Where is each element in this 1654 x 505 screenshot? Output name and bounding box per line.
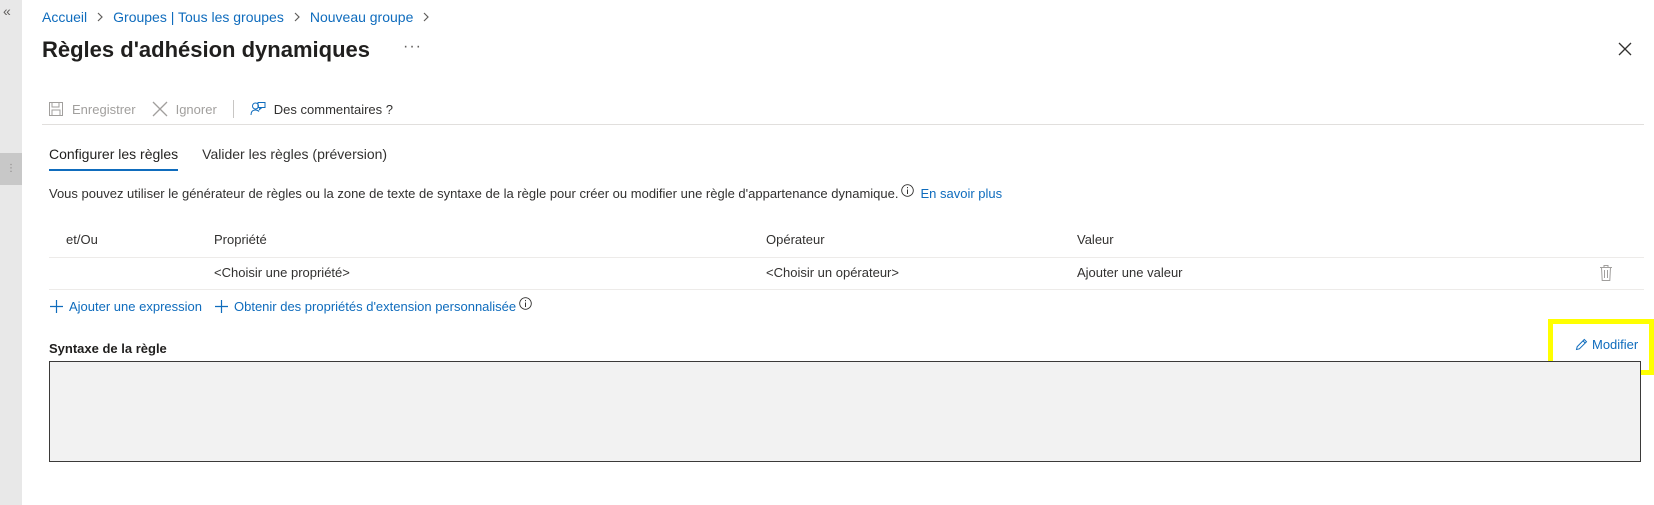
page-title: Règles d'adhésion dynamiques	[42, 37, 370, 62]
breadcrumb-item-groups[interactable]: Groupes | Tous les groupes	[113, 9, 284, 25]
grid-header-divider	[49, 257, 1644, 258]
ignore-button[interactable]: Ignorer	[152, 101, 217, 117]
column-header-andor: et/Ou	[66, 232, 98, 247]
edit-label: Modifier	[1592, 337, 1639, 352]
plus-icon	[214, 299, 229, 314]
tab-configure-rules[interactable]: Configurer les règles	[49, 146, 179, 171]
learn-more-link[interactable]: En savoir plus	[920, 186, 1002, 201]
edit-button[interactable]: Modifier	[1575, 337, 1638, 352]
value-input[interactable]: Ajouter une valeur	[1077, 265, 1183, 280]
tab-list: Configurer les règles Valider les règles…	[49, 146, 411, 171]
chevron-right-icon	[422, 12, 430, 22]
command-bar: Enregistrer Ignorer Des commentaires ?	[48, 98, 393, 120]
info-icon[interactable]	[519, 297, 532, 310]
info-icon[interactable]	[901, 184, 915, 197]
toolbar-divider	[232, 100, 234, 118]
description-text: Vous pouvez utiliser le générateur de rè…	[49, 186, 899, 201]
breadcrumb: Accueil Groupes | Tous les groupes Nouve…	[42, 8, 439, 26]
description: Vous pouvez utiliser le générateur de rè…	[49, 184, 1002, 201]
chevron-right-icon	[96, 12, 104, 22]
column-header-property: Propriété	[214, 232, 267, 247]
close-icon	[1618, 42, 1632, 56]
feedback-label: Des commentaires ?	[273, 101, 393, 117]
operator-selector[interactable]: <Choisir un opérateur>	[766, 265, 899, 280]
pencil-icon	[1575, 338, 1588, 351]
left-rail: « ⋮	[0, 0, 22, 505]
save-button[interactable]: Enregistrer	[48, 101, 136, 117]
column-header-operator: Opérateur	[766, 232, 825, 247]
feedback-button[interactable]: Des commentaires ?	[250, 101, 393, 117]
property-selector[interactable]: <Choisir une propriété>	[214, 265, 350, 280]
ignore-label: Ignorer	[175, 101, 217, 117]
double-chevron-left-icon[interactable]: «	[3, 4, 11, 18]
grid-row-divider	[49, 289, 1644, 290]
chevron-right-icon	[293, 12, 301, 22]
get-extension-properties-button[interactable]: Obtenir des propriétés d'extension perso…	[214, 297, 532, 314]
close-icon	[152, 101, 168, 117]
rule-syntax-label: Syntaxe de la règle	[49, 341, 167, 356]
get-extension-properties-label: Obtenir des propriétés d'extension perso…	[233, 299, 517, 314]
save-icon	[48, 101, 64, 117]
more-options-icon[interactable]: ···	[403, 38, 422, 56]
breadcrumb-item-home[interactable]: Accueil	[42, 9, 87, 25]
close-button[interactable]	[1614, 38, 1636, 60]
rule-actions: Ajouter une expression Obtenir des propr…	[49, 297, 544, 314]
plus-icon	[49, 299, 64, 314]
feedback-icon	[250, 101, 266, 117]
rail-resize-handle[interactable]: ⋮	[0, 153, 22, 185]
rule-syntax-textbox[interactable]	[49, 361, 1641, 462]
toolbar-divider-line	[42, 124, 1644, 125]
trash-icon[interactable]	[1598, 264, 1614, 282]
save-label: Enregistrer	[72, 101, 136, 117]
add-expression-label: Ajouter une expression	[69, 299, 202, 314]
column-header-value: Valeur	[1077, 232, 1114, 247]
add-expression-button[interactable]: Ajouter une expression	[49, 299, 202, 314]
tab-validate-rules[interactable]: Valider les règles (préversion)	[202, 146, 387, 171]
breadcrumb-item-new-group[interactable]: Nouveau groupe	[310, 9, 414, 25]
